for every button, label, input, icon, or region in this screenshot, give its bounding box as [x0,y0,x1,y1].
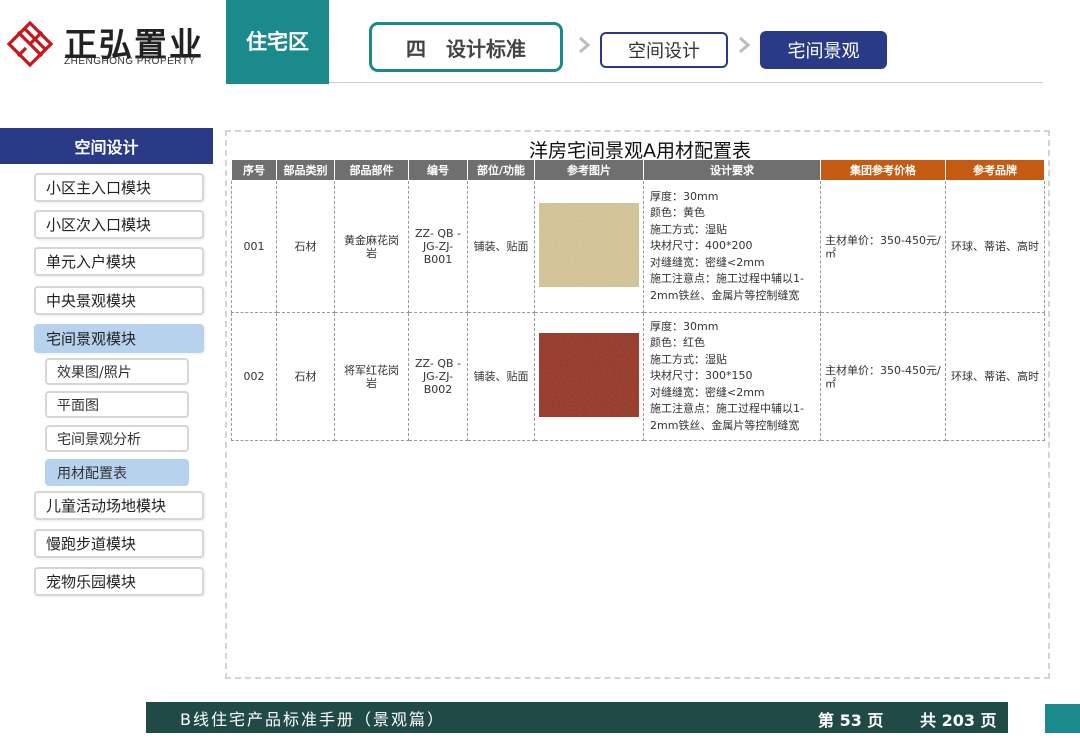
sidebar-subitem-plan[interactable]: 平面图 [45,391,189,418]
sidebar-subitem-materials-table[interactable]: 用材配置表 [45,459,189,486]
cell-code: ZZ- QB -JG-ZJ-B002 [408,312,468,441]
table-row: 002 石材 将军红花岗岩 ZZ- QB -JG-ZJ-B002 铺装、贴面 厚… [231,312,1045,441]
header-category: 部品类别 [276,159,335,181]
cell-price: 主材单价：350-450元/㎡ [820,312,946,441]
section-tab[interactable]: 住宅区 [226,0,329,84]
requirement-line: 施工注意点：施工过程中辅以1-2mm铁丝、金属片等控制缝宽 [650,272,804,302]
cell-category: 石材 [276,180,335,313]
sidebar-item-inter-building-landscape[interactable]: 宅间景观模块 [34,324,204,353]
footer-page-number: 第 53 页 [818,711,884,730]
cell-position: 铺装、贴面 [467,180,535,313]
header-divider [329,82,1043,83]
materials-table: 序号 部品类别 部品部件 编号 部位/功能 参考图片 设计要求 集团参考价格 参… [231,159,1045,441]
sidebar-item-pet-park[interactable]: 宠物乐园模块 [34,567,204,596]
footer-title: B线住宅产品标准手册（景观篇） [180,710,445,729]
header-component: 部品部件 [334,159,409,181]
footer-accent [1045,704,1080,733]
header-position: 部位/功能 [467,159,535,181]
breadcrumb-chapter[interactable]: 四 设计标准 [369,22,563,72]
cell-category: 石材 [276,312,335,441]
header-image: 参考图片 [534,159,644,181]
requirement-line: 厚度：30mm [650,319,719,333]
footer-total-pages: 共 203 页 [920,711,997,730]
table-header-row: 序号 部品类别 部品部件 编号 部位/功能 参考图片 设计要求 集团参考价格 参… [231,159,1045,181]
header-no: 序号 [231,159,277,181]
cell-requirements: 厚度：30mm 颜色：红色 施工方式：湿贴 块材尺寸：300*150 对缝缝宽：… [643,312,821,441]
requirement-line: 对缝缝宽：密缝<2mm [650,255,765,269]
breadcrumb-space-design[interactable]: 空间设计 [600,32,728,68]
cell-position: 铺装、贴面 [467,312,535,441]
requirement-line: 块材尺寸：300*150 [650,369,753,383]
cell-no: 001 [231,180,277,313]
sidebar-subitem-renderings[interactable]: 效果图/照片 [45,358,189,385]
requirement-line: 颜色：红色 [650,336,705,350]
sidebar-subitem-analysis[interactable]: 宅间景观分析 [45,425,189,452]
sidebar-heading[interactable]: 空间设计 [0,128,213,164]
header-code: 编号 [408,159,468,181]
cell-price: 主材单价：350-450元/㎡ [820,180,946,313]
header-requirements: 设计要求 [643,159,821,181]
requirement-line: 块材尺寸：400*200 [650,239,753,253]
chevron-right-icon [739,36,751,54]
requirement-line: 对缝缝宽：密缝<2mm [650,385,765,399]
cell-image [534,312,644,441]
cell-code: ZZ- QB -JG-ZJ-B001 [408,180,468,313]
sidebar-item-unit-entry[interactable]: 单元入户模块 [34,247,204,276]
company-logo: 正弘置业 ZHENGHONG PROPERTY [6,14,216,70]
logo-english-name: ZHENGHONG PROPERTY [64,56,196,67]
requirement-line: 施工方式：湿贴 [650,222,727,236]
sidebar-item-central-landscape[interactable]: 中央景观模块 [34,286,204,315]
requirement-line: 颜色：黄色 [650,206,705,220]
logo-mark-icon [6,20,54,68]
yellow-granite-swatch-icon [539,203,639,287]
header-price: 集团参考价格 [820,159,946,181]
requirement-line: 施工方式：湿贴 [650,352,727,366]
cell-brand: 环球、蒂诺、高时 [945,180,1045,313]
chevron-right-icon [579,36,591,54]
cell-component: 黄金麻花岗岩 [334,180,409,313]
cell-no: 002 [231,312,277,441]
table-row: 001 石材 黄金麻花岗岩 ZZ- QB -JG-ZJ-B001 铺装、贴面 厚… [231,180,1045,313]
red-granite-swatch-icon [539,333,639,417]
header-brand: 参考品牌 [945,159,1045,181]
cell-image [534,180,644,313]
cell-requirements: 厚度：30mm 颜色：黄色 施工方式：湿贴 块材尺寸：400*200 对缝缝宽：… [643,180,821,313]
cell-component: 将军红花岗岩 [334,312,409,441]
sidebar-item-jogging-track[interactable]: 慢跑步道模块 [34,529,204,558]
sidebar-item-secondary-entrance[interactable]: 小区次入口模块 [34,210,204,239]
sidebar-item-children-play[interactable]: 儿童活动场地模块 [34,491,204,520]
cell-brand: 环球、蒂诺、高时 [945,312,1045,441]
requirement-line: 施工注意点：施工过程中辅以1-2mm铁丝、金属片等控制缝宽 [650,402,804,432]
breadcrumb-current[interactable]: 宅间景观 [760,31,887,69]
requirement-line: 厚度：30mm [650,189,719,203]
sidebar-item-main-entrance[interactable]: 小区主入口模块 [34,173,204,202]
